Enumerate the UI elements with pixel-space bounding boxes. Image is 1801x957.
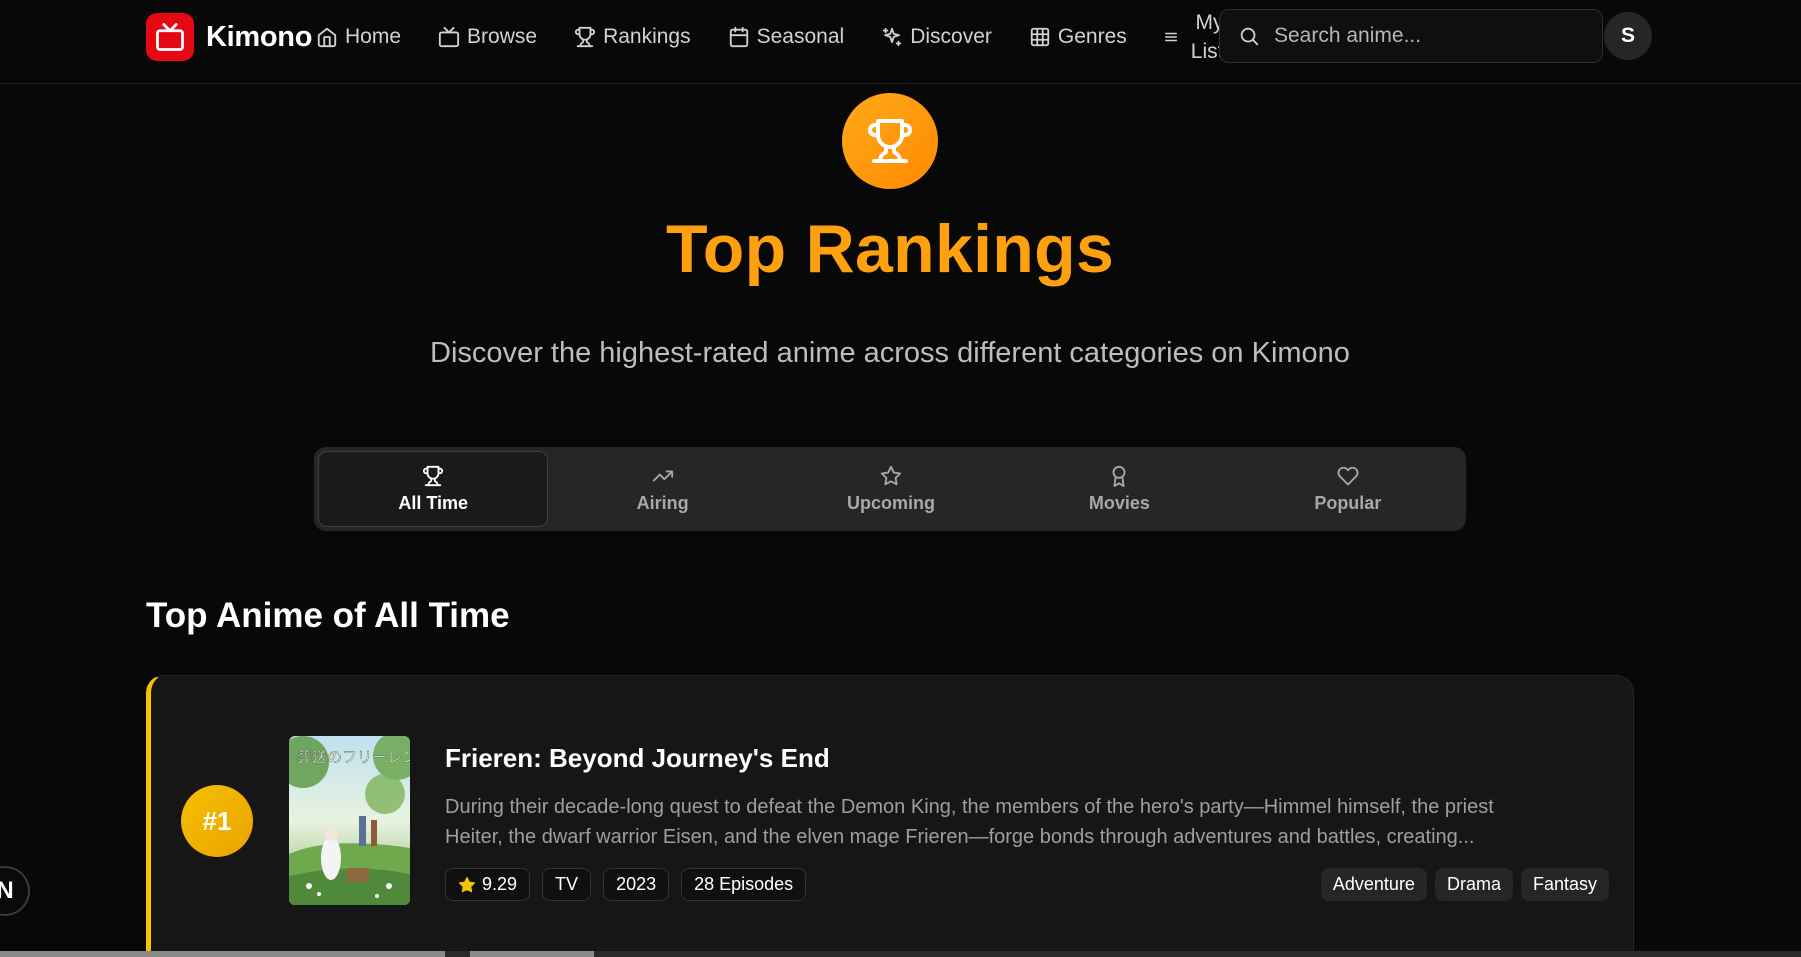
type-pill: TV bbox=[542, 868, 592, 901]
nav-home-label: Home bbox=[345, 25, 402, 48]
nav-discover[interactable]: Discover bbox=[881, 25, 992, 49]
menu-icon bbox=[1164, 32, 1177, 42]
tab-airing-label: Airing bbox=[636, 492, 689, 513]
poster-title-text: 葬送のフリーレン bbox=[297, 748, 410, 766]
nav-discover-label: Discover bbox=[910, 25, 992, 48]
year-pill: 2023 bbox=[603, 868, 670, 901]
score-value: 9.29 bbox=[482, 874, 518, 894]
top-navigation-bar: Kimono Home Browse Rankings Seasonal Dis… bbox=[0, 0, 1801, 84]
rank-badge: #1 bbox=[181, 785, 253, 857]
nav-browse-label: Browse bbox=[467, 25, 538, 48]
genre-tag[interactable]: Fantasy bbox=[1520, 868, 1609, 901]
ranking-card[interactable]: #1 葬送のフリーレン Frieren: Beyond Journey's En… bbox=[146, 675, 1634, 957]
synopsis-line-2: Heiter, the dwarf warrior Eisen, and the… bbox=[445, 826, 1475, 848]
logo[interactable]: Kimono bbox=[146, 13, 312, 61]
nav-browse[interactable]: Browse bbox=[438, 25, 537, 49]
award-icon bbox=[1113, 465, 1126, 487]
genre-tag[interactable]: Drama bbox=[1434, 868, 1513, 901]
search-icon bbox=[1240, 27, 1259, 46]
tab-movies-label: Movies bbox=[1088, 492, 1150, 513]
scrollbar-thumb[interactable] bbox=[0, 951, 445, 957]
search-input[interactable] bbox=[1274, 24, 1574, 48]
tab-movies[interactable]: Movies bbox=[1005, 451, 1233, 527]
nav-my-list[interactable]: My List bbox=[1164, 8, 1223, 66]
tv-logo-icon bbox=[146, 13, 194, 61]
section-title: Top Anime of All Time bbox=[146, 596, 510, 635]
scrollbar-thumb[interactable] bbox=[470, 951, 594, 957]
nav-seasonal-label: Seasonal bbox=[756, 25, 845, 48]
tab-popular-label: Popular bbox=[1314, 492, 1382, 513]
nav-genres-label: Genres bbox=[1057, 25, 1127, 48]
sparkles-icon bbox=[883, 27, 902, 47]
page-title: Top Rankings bbox=[665, 211, 1115, 287]
genre-tags: Adventure Drama Fantasy bbox=[1313, 868, 1609, 901]
nav-seasonal[interactable]: Seasonal bbox=[728, 25, 845, 49]
home-icon bbox=[317, 27, 337, 48]
nextjs-dev-indicator[interactable]: N bbox=[0, 866, 30, 916]
nav-rankings-label: Rankings bbox=[603, 25, 691, 48]
hero-trophy-badge bbox=[842, 93, 938, 189]
app-name: Kimono bbox=[206, 20, 313, 53]
main-nav: Home Browse Rankings Seasonal Discover G… bbox=[316, 0, 1223, 74]
episodes-pill: 28 Episodes bbox=[681, 868, 807, 901]
anime-title[interactable]: Frieren: Beyond Journey's End bbox=[445, 743, 830, 774]
trending-up-icon bbox=[652, 470, 673, 481]
anime-meta: 9.29 TV 2023 28 Episodes bbox=[445, 868, 818, 901]
tab-upcoming[interactable]: Upcoming bbox=[777, 451, 1005, 527]
nav-genres[interactable]: Genres bbox=[1029, 25, 1127, 49]
anime-synopsis: During their decade-long quest to defeat… bbox=[445, 792, 1585, 852]
heart-icon bbox=[1337, 466, 1359, 485]
page-subtitle: Discover the highest-rated anime across … bbox=[430, 337, 1350, 369]
anime-poster[interactable]: 葬送のフリーレン bbox=[289, 736, 410, 905]
search-box[interactable] bbox=[1219, 9, 1603, 63]
tab-upcoming-label: Upcoming bbox=[847, 492, 936, 513]
trophy-icon bbox=[423, 465, 444, 486]
nav-rankings[interactable]: Rankings bbox=[574, 25, 691, 49]
score-pill: 9.29 bbox=[445, 868, 531, 901]
tab-popular[interactable]: Popular bbox=[1234, 451, 1462, 527]
trophy-icon bbox=[868, 119, 912, 163]
tab-airing[interactable]: Airing bbox=[548, 451, 776, 527]
grid-icon bbox=[1030, 27, 1050, 47]
nav-home[interactable]: Home bbox=[316, 25, 401, 49]
tab-all-time-label: All Time bbox=[398, 492, 469, 513]
ranking-tabs: All Time Airing Upcoming Movies Popular bbox=[314, 447, 1466, 531]
calendar-icon bbox=[729, 26, 748, 48]
genre-tag[interactable]: Adventure bbox=[1320, 868, 1427, 901]
star-icon bbox=[880, 465, 902, 485]
trophy-icon bbox=[575, 26, 596, 48]
synopsis-line-1: During their decade-long quest to defeat… bbox=[445, 796, 1494, 818]
tv-icon bbox=[438, 26, 460, 48]
tab-all-time[interactable]: All Time bbox=[318, 451, 549, 527]
user-avatar[interactable]: S bbox=[1604, 12, 1652, 60]
star-icon bbox=[458, 876, 476, 892]
